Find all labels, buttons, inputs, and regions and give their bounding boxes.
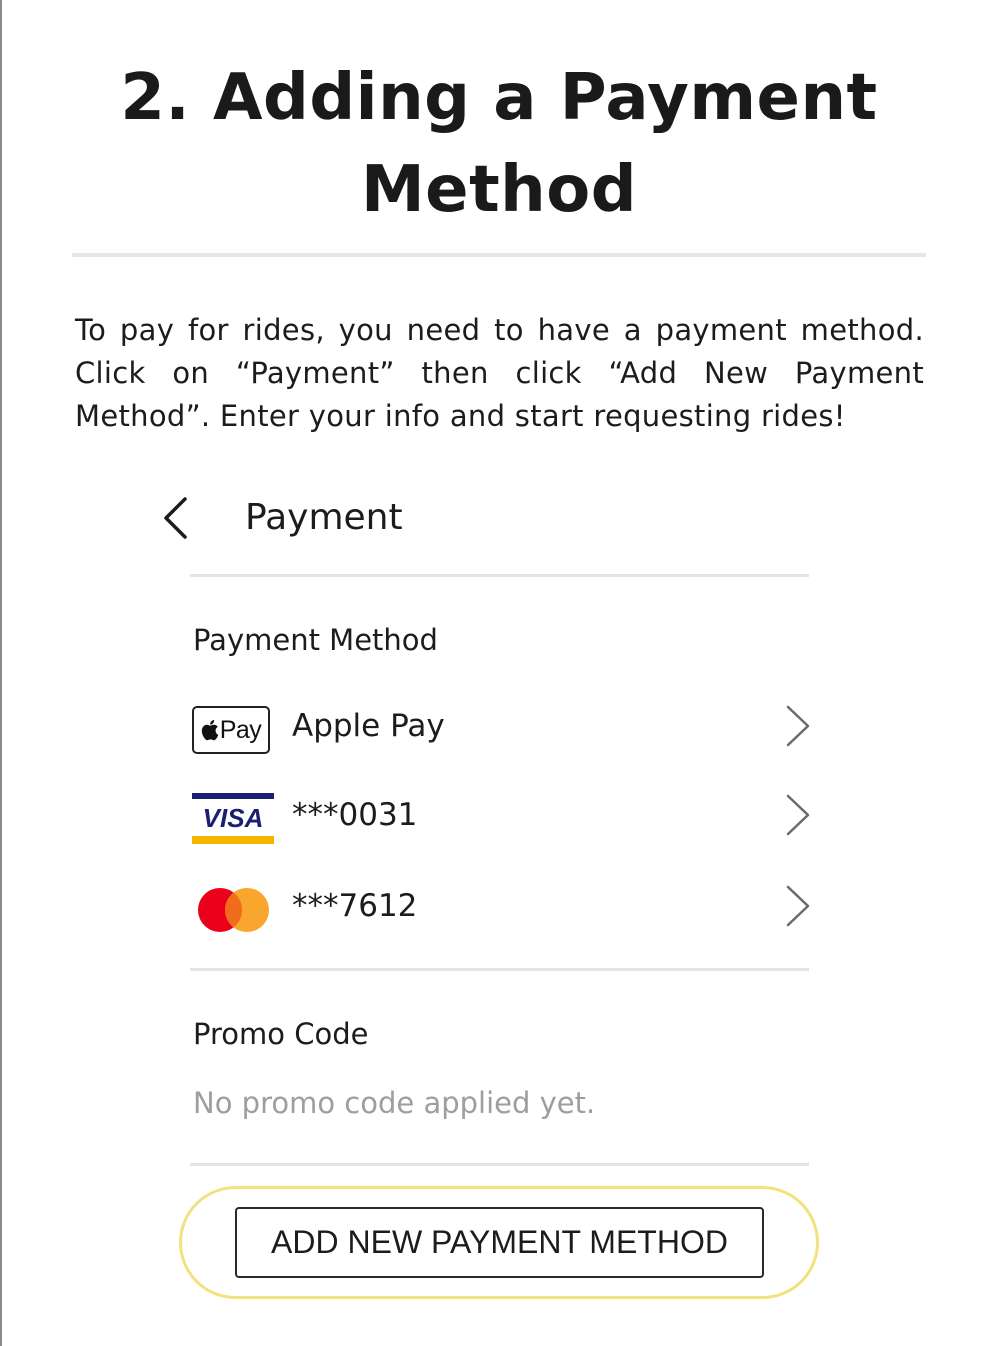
chevron-left-icon [164, 497, 187, 539]
payment-method-row-apple-pay[interactable]: Pay Apple Pay [190, 691, 812, 761]
promo-code-heading: Promo Code [193, 1017, 369, 1051]
payment-method-label: ***0031 [292, 797, 418, 833]
payment-method-row-mastercard[interactable]: ***7612 [190, 871, 812, 941]
title-divider [72, 253, 926, 257]
payment-method-label: ***7612 [292, 888, 418, 924]
add-new-payment-method-button[interactable]: ADD NEW PAYMENT METHOD [235, 1207, 764, 1278]
chevron-right-icon [786, 705, 810, 747]
instructions-text: To pay for rides, you need to have a pay… [75, 313, 924, 433]
payment-methods-divider [190, 968, 809, 971]
header-divider [190, 574, 809, 577]
payment-method-row-visa[interactable]: VISA ***0031 [190, 780, 812, 850]
apple-pay-badge-text: Pay [219, 715, 262, 744]
promo-code-status: No promo code applied yet. [193, 1086, 596, 1120]
chevron-right-icon [786, 885, 810, 927]
chevron-right-icon [786, 794, 810, 836]
back-button[interactable] [148, 490, 204, 546]
visa-icon: VISA [192, 780, 274, 850]
visa-wordmark: VISA [203, 803, 264, 833]
payment-method-heading: Payment Method [193, 623, 438, 657]
mastercard-icon [192, 871, 272, 941]
payment-method-label: Apple Pay [292, 708, 445, 744]
screen-title: Payment [245, 497, 403, 538]
document-title: 2. Adding a Payment Method [120, 61, 878, 227]
apple-pay-icon: Pay [192, 691, 272, 761]
promo-divider [190, 1163, 809, 1166]
